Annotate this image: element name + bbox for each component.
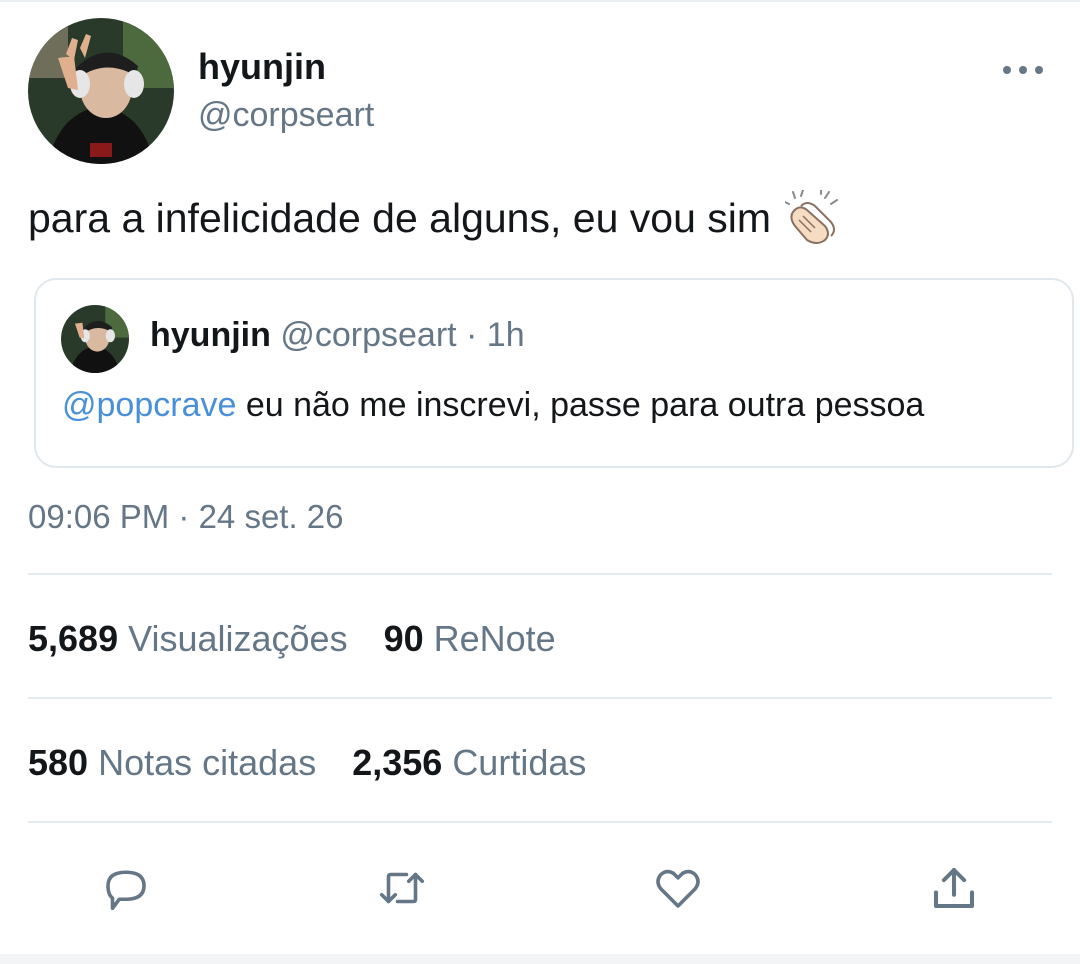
likes-stat[interactable]: 2,356 Curtidas <box>352 742 586 784</box>
views-label: Visualizações <box>128 618 348 659</box>
renotes-label: ReNote <box>433 618 556 659</box>
like-icon[interactable] <box>650 860 706 916</box>
views-count: 5,689 <box>28 618 119 659</box>
divider <box>28 821 1052 823</box>
quotes-stat[interactable]: 580 Notas citadas <box>28 742 316 784</box>
author-handle[interactable]: @corpseart <box>198 96 374 135</box>
tweet-timestamp[interactable]: 09:06 PM · 24 set. 26 <box>28 498 344 536</box>
quoted-text: @popcrave eu não me inscrevi, passe para… <box>62 386 924 425</box>
quoted-body-text: eu não me inscrevi, passe para outra pes… <box>236 386 925 424</box>
renotes-stat[interactable]: 90 ReNote <box>384 618 556 660</box>
quoted-avatar[interactable] <box>61 305 129 373</box>
quoted-author-name: hyunjin <box>150 316 271 354</box>
quotes-label: Notas citadas <box>98 742 317 783</box>
divider <box>28 573 1052 575</box>
mention-link[interactable]: @popcrave <box>62 386 236 424</box>
views-stat[interactable]: 5,689 Visualizações <box>28 618 348 660</box>
renotes-count: 90 <box>383 618 424 659</box>
action-bar <box>0 860 1080 920</box>
tweet-body: para a infelicidade de alguns, eu vou si… <box>28 189 841 246</box>
top-divider <box>0 0 1080 2</box>
avatar[interactable] <box>28 18 174 164</box>
divider <box>28 697 1052 699</box>
quoted-meta: @corpseart · 1h <box>280 316 525 354</box>
bottom-divider <box>0 954 1080 964</box>
share-icon[interactable] <box>926 860 982 916</box>
reply-icon[interactable] <box>98 860 154 916</box>
tweet-text: para a infelicidade de alguns, eu vou si… <box>28 194 772 241</box>
quoted-header: hyunjin @corpseart · 1h <box>150 316 525 355</box>
renote-icon[interactable] <box>374 860 430 916</box>
quoted-tweet[interactable]: hyunjin @corpseart · 1h @popcrave eu não… <box>34 278 1074 468</box>
tweet-header: hyunjin @corpseart <box>28 18 1068 168</box>
clapping-hands-icon <box>784 189 841 246</box>
stats-row-views-renotes: 5,689 Visualizações 90 ReNote <box>28 618 592 660</box>
likes-count: 2,356 <box>352 742 443 783</box>
more-options-icon[interactable] <box>1003 62 1043 78</box>
likes-label: Curtidas <box>452 742 587 783</box>
quotes-count: 580 <box>28 742 89 783</box>
stats-row-quotes-likes: 580 Notas citadas 2,356 Curtidas <box>28 742 622 784</box>
author-name[interactable]: hyunjin <box>198 46 326 88</box>
